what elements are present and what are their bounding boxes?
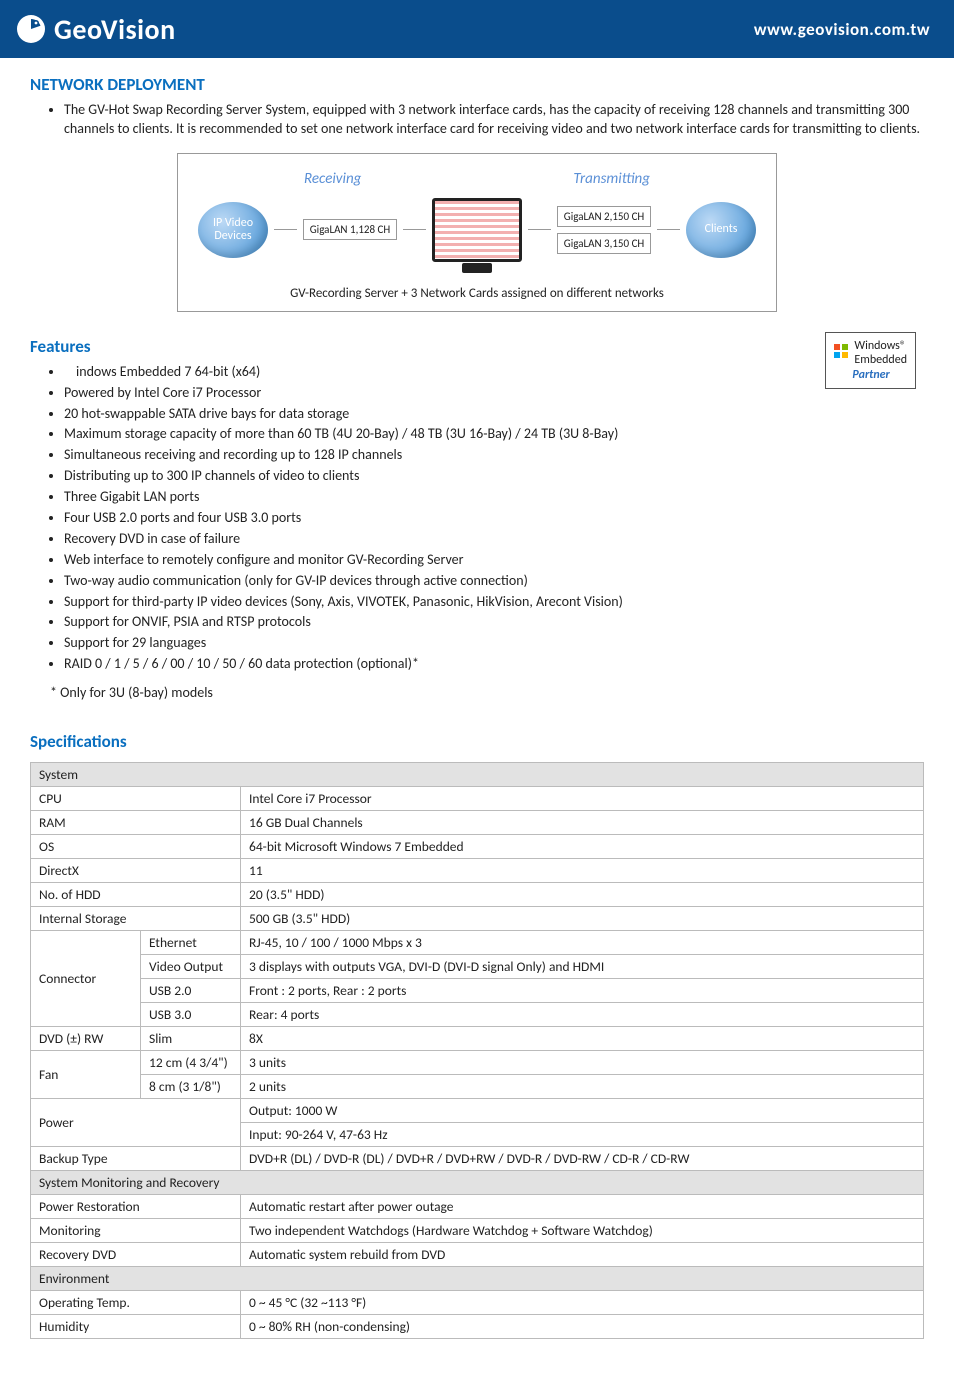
table-row: No. of HDD20 (3.5" HDD) — [31, 883, 924, 907]
list-item: Three Gigabit LAN ports — [64, 488, 924, 507]
table-row: Internal Storage500 GB (3.5" HDD) — [31, 907, 924, 931]
table-row: USB 2.0Front : 2 ports, Rear : 2 ports — [31, 979, 924, 1003]
network-bullets: The GV-Hot Swap Recording Server System,… — [30, 101, 924, 139]
table-row: 8 cm (3 1/8")2 units — [31, 1075, 924, 1099]
windows-embedded-badge: Windows®Embedded Partner — [825, 332, 916, 389]
list-item: Maximum storage capacity of more than 60… — [64, 425, 924, 444]
table-row: Power RestorationAutomatic restart after… — [31, 1195, 924, 1219]
badge-line1: Windows® — [854, 339, 906, 353]
diagram-label-transmitting: Transmitting — [573, 170, 650, 188]
table-row: Environment — [31, 1267, 924, 1291]
list-item: 20 hot-swappable SATA drive bays for dat… — [64, 405, 924, 424]
diagram-lan2: GigaLAN 2,150 CH — [557, 206, 652, 227]
brand-name: GeoVision — [54, 12, 176, 47]
list-item: indows Embedded 7 64-bit (x64) — [64, 363, 924, 382]
table-row: CPUIntel Core i7 Processor — [31, 787, 924, 811]
header-url: www.geovision.com.tw — [754, 19, 930, 40]
list-item: RAID 0 / 1 / 5 / 6 / 00 / 10 / 50 / 60 d… — [64, 655, 924, 674]
table-row: Fan12 cm (4 3/4")3 units — [31, 1051, 924, 1075]
table-row: System Monitoring and Recovery — [31, 1171, 924, 1195]
group-smr: System Monitoring and Recovery — [31, 1171, 924, 1195]
table-row: Video Output3 displays with outputs VGA,… — [31, 955, 924, 979]
table-row: USB 3.0Rear: 4 ports — [31, 1003, 924, 1027]
table-row: DVD (±) RWSlim8X — [31, 1027, 924, 1051]
logo-icon — [14, 12, 48, 46]
network-diagram: Receiving Transmitting IP Video Devices … — [177, 153, 777, 312]
spec-table: System CPUIntel Core i7 Processor RAM16 … — [30, 762, 924, 1339]
list-item: Distributing up to 300 IP channels of vi… — [64, 467, 924, 486]
list-item: Support for 29 languages — [64, 634, 924, 653]
list-item: Support for ONVIF, PSIA and RTSP protoco… — [64, 613, 924, 632]
table-row: PowerOutput: 1000 W — [31, 1099, 924, 1123]
table-row: System — [31, 763, 924, 787]
windows-flag-icon — [834, 344, 848, 362]
group-env: Environment — [31, 1267, 924, 1291]
section-features-title: Features — [30, 336, 924, 357]
table-row: DirectX11 — [31, 859, 924, 883]
table-row: ConnectorEthernetRJ-45, 10 / 100 / 1000 … — [31, 931, 924, 955]
diagram-ipdevices: IP Video Devices — [198, 202, 268, 258]
page-body: NETWORK DEPLOYMENT The GV-Hot Swap Recor… — [0, 58, 954, 1379]
diagram-lan3: GigaLAN 3,150 CH — [557, 233, 652, 254]
diagram-container: Receiving Transmitting IP Video Devices … — [30, 153, 924, 312]
section-specs-title: Specifications — [30, 731, 924, 752]
diagram-caption: GV-Recording Server + 3 Network Cards as… — [198, 286, 756, 301]
badge-line2: Embedded — [854, 353, 907, 367]
table-row: RAM16 GB Dual Channels — [31, 811, 924, 835]
list-item: Powered by Intel Core i7 Processor — [64, 384, 924, 403]
header-bar: GeoVision www.geovision.com.tw — [0, 0, 954, 58]
table-row: Backup TypeDVD+R (DL) / DVD-R (DL) / DVD… — [31, 1147, 924, 1171]
diagram-clients: Clients — [686, 202, 756, 258]
features-list: indows Embedded 7 64-bit (x64) Powered b… — [30, 363, 924, 674]
diagram-lan1: GigaLAN 1,128 CH — [303, 219, 398, 240]
table-row: OS64-bit Microsoft Windows 7 Embedded — [31, 835, 924, 859]
list-item: Support for third-party IP video devices… — [64, 593, 924, 612]
brand-logo: GeoVision — [14, 12, 176, 47]
table-row: Operating Temp.0 ~ 45 °C (32 ~113 °F) — [31, 1291, 924, 1315]
diagram-label-receiving: Receiving — [304, 170, 361, 188]
list-item: Two-way audio communication (only for GV… — [64, 572, 924, 591]
list-item: Simultaneous receiving and recording up … — [64, 446, 924, 465]
table-row: Humidity0 ~ 80% RH (non-condensing) — [31, 1315, 924, 1339]
monitor-icon — [432, 198, 522, 262]
group-system: System — [31, 763, 924, 787]
list-item: Four USB 2.0 ports and four USB 3.0 port… — [64, 509, 924, 528]
table-row: Recovery DVDAutomatic system rebuild fro… — [31, 1243, 924, 1267]
section-network-title: NETWORK DEPLOYMENT — [30, 74, 924, 95]
list-item: Web interface to remotely configure and … — [64, 551, 924, 570]
badge-partner: Partner — [852, 368, 907, 382]
table-row: MonitoringTwo independent Watchdogs (Har… — [31, 1219, 924, 1243]
list-item: Recovery DVD in case of failure — [64, 530, 924, 549]
list-item: The GV-Hot Swap Recording Server System,… — [64, 101, 924, 139]
features-note: * Only for 3U (8-bay) models — [50, 684, 924, 701]
